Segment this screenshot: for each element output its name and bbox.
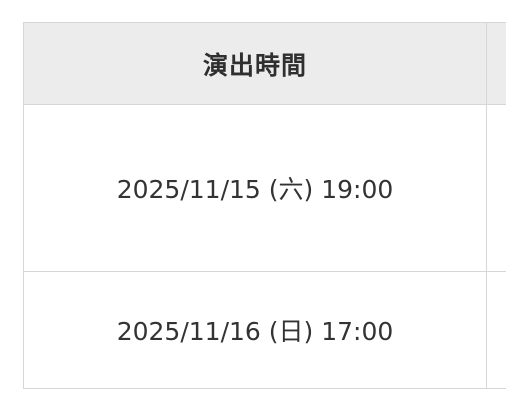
performance-schedule-table: 演出時間 2025/11/15 (六) 19:00 2025/11/16 (日)… <box>23 22 506 389</box>
table-body: 2025/11/15 (六) 19:00 2025/11/16 (日) 17:0… <box>23 104 506 389</box>
header-row: 演出時間 <box>23 22 506 105</box>
next-column-cell <box>486 104 506 272</box>
schedule-table-container: 演出時間 2025/11/15 (六) 19:00 2025/11/16 (日)… <box>23 22 506 389</box>
performance-time-cell: 2025/11/16 (日) 17:00 <box>23 271 487 389</box>
performance-time-cell: 2025/11/15 (六) 19:00 <box>23 104 487 272</box>
header-next-column-cut-off <box>486 22 506 105</box>
table-header: 演出時間 <box>23 22 506 105</box>
next-column-cell <box>486 271 506 389</box>
table-row: 2025/11/16 (日) 17:00 <box>23 271 506 389</box>
table-row: 2025/11/15 (六) 19:00 <box>23 104 506 272</box>
header-performance-time: 演出時間 <box>23 22 487 105</box>
